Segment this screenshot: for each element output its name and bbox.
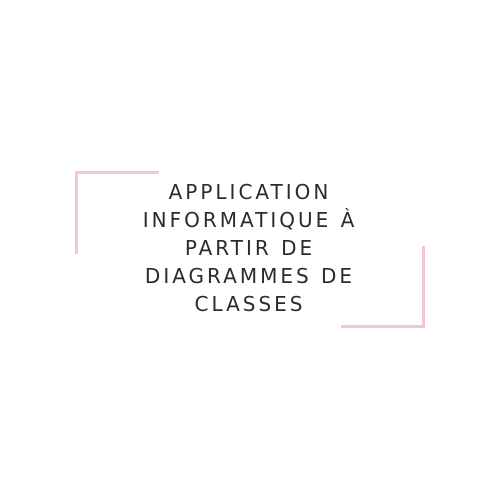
frame-corner-top-left-vertical: [75, 171, 78, 254]
title-line-1: APPLICATION: [168, 180, 332, 204]
frame-corner-top-left-horizontal: [75, 171, 159, 174]
frame-corner-bottom-right-horizontal: [341, 325, 425, 328]
frame-corner-bottom-right-vertical: [422, 246, 425, 328]
title-line-5: CLASSES: [194, 292, 306, 316]
title-line-3: PARTIR DE: [184, 236, 316, 260]
cover-canvas: APPLICATION INFORMATIQUE À PARTIR DE DIA…: [0, 0, 500, 500]
title-line-4: DIAGRAMMES DE: [144, 264, 356, 288]
title-line-2: INFORMATIQUE À: [142, 208, 358, 232]
cover-title: APPLICATION INFORMATIQUE À PARTIR DE DIA…: [100, 178, 400, 318]
